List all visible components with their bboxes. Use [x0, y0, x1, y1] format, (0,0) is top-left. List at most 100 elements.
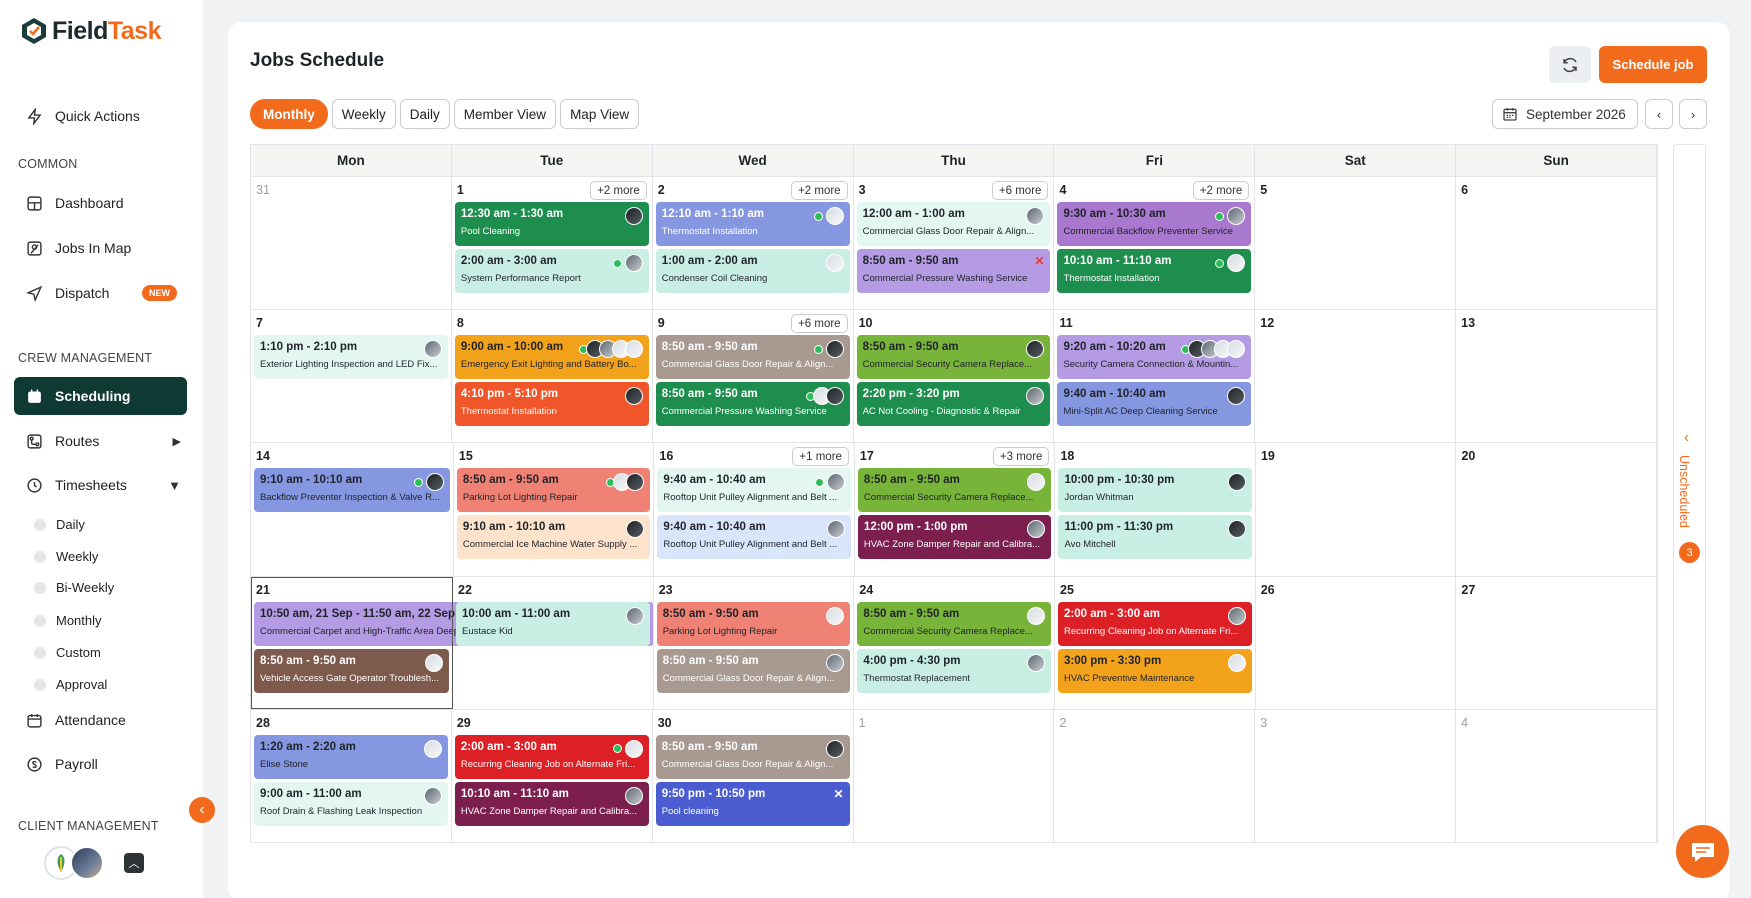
day-cell[interactable]: 1 +2 more 12:30 am - 1:30 am Pool Cleaning 2…	[452, 177, 653, 310]
timesheet-item-bi-weekly[interactable]: Bi-Weekly	[34, 580, 114, 595]
more-events-button[interactable]: +6 more	[991, 181, 1049, 200]
collapse-sidebar-button[interactable]: ‹	[189, 797, 215, 823]
sidebar-item-scheduling[interactable]: Scheduling	[14, 377, 187, 415]
event-card[interactable]: 10:00 am - 11:00 am Eustace Kid	[456, 601, 650, 646]
sidebar-item-jobs-in-map[interactable]: Jobs In Map	[14, 230, 187, 266]
day-cell[interactable]: 6	[1456, 177, 1658, 310]
unscheduled-panel[interactable]: ‹ Unscheduled 3	[1673, 144, 1706, 843]
event-card[interactable]: 2:00 am - 3:00 am Recurring Cleaning Job …	[1058, 601, 1252, 646]
day-cell[interactable]: 23 8:50 am - 9:50 am Parking Lot Lighting …	[654, 576, 855, 709]
user-profile[interactable]: ︿	[44, 846, 144, 880]
event-card[interactable]: 8:50 am - 9:50 am Commercial Glass Door R…	[655, 734, 850, 779]
day-cell[interactable]: 31	[251, 177, 452, 310]
day-cell[interactable]: 28 1:20 am - 2:20 am Elise Stone 9:00 am - …	[251, 709, 452, 842]
timesheet-item-weekly[interactable]: Weekly	[34, 549, 98, 564]
day-cell[interactable]: 12	[1255, 310, 1457, 443]
day-cell[interactable]: 10 8:50 am - 9:50 am Commercial Security C…	[854, 310, 1055, 443]
event-card[interactable]: 4:00 pm - 4:30 pm Thermostat Replacement	[857, 648, 1052, 693]
event-card[interactable]: 9:40 am - 10:40 am Rooftop Unit Pulley Al…	[657, 468, 851, 513]
day-cell[interactable]: 2	[1054, 709, 1256, 842]
day-cell[interactable]: 5	[1255, 177, 1457, 310]
day-cell[interactable]: 14 9:10 am - 10:10 am Backflow Preventer I…	[251, 443, 454, 576]
event-card[interactable]: 1:00 am - 2:00 am Condenser Coil Cleaning	[655, 249, 850, 293]
event-card[interactable]: 2:00 am - 3:00 am Recurring Cleaning Job …	[454, 734, 649, 779]
day-cell[interactable]: 16 +1 more 9:40 am - 10:40 am Rooftop Unit …	[654, 443, 855, 576]
event-card[interactable]: 2:20 pm - 3:20 pm AC Not Cooling - Diagno…	[856, 382, 1051, 427]
day-cell[interactable]: 21 8:50 am - 9:50 am Vehicle Access Gate O…	[251, 576, 454, 709]
event-card[interactable]: 9:00 am - 10:00 am Emergency Exit Lightin…	[454, 335, 649, 380]
event-card[interactable]: 9:20 am - 10:20 am Security Camera Connec…	[1057, 335, 1252, 380]
event-card[interactable]: 4:10 pm - 5:10 pm Thermostat Installation	[454, 382, 649, 427]
event-card[interactable]: 8:50 am - 9:50 am Commercial Glass Door R…	[655, 335, 850, 380]
day-cell[interactable]: 17 +3 more 8:50 am - 9:50 am Commercial Sec…	[855, 443, 1056, 576]
event-card[interactable]: 8:50 am - 9:50 am Commercial Pressure Was…	[856, 249, 1051, 293]
event-card[interactable]: 8:50 am - 9:50 am Commercial Security Cam…	[857, 468, 1052, 513]
day-cell[interactable]: 25 2:00 am - 3:00 am Recurring Cleaning Jo…	[1055, 576, 1256, 709]
timesheet-item-approval[interactable]: Approval	[34, 677, 107, 692]
event-card[interactable]: 9:40 am - 10:40 am Mini-Split AC Deep Cle…	[1057, 382, 1252, 427]
day-cell[interactable]: 19	[1256, 443, 1457, 576]
event-card[interactable]: 9:50 pm - 10:50 pm Pool cleaning ✕	[655, 781, 850, 826]
sidebar-item-attendance[interactable]: Attendance	[14, 702, 187, 738]
day-cell[interactable]: 24 8:50 am - 9:50 am Commercial Security C…	[854, 576, 1056, 709]
day-cell[interactable]: 13	[1456, 310, 1658, 443]
sidebar-item-dispatch[interactable]: Dispatch NEW	[14, 275, 187, 311]
event-card[interactable]: 9:00 am - 11:00 am Roof Drain & Flashing …	[254, 781, 448, 826]
tab-daily[interactable]: Daily	[399, 99, 450, 129]
event-card[interactable]: 12:10 am - 1:10 am Thermostat Installatio…	[655, 202, 850, 246]
timesheet-item-daily[interactable]: Daily	[34, 517, 85, 532]
chevron-left-icon[interactable]: ‹	[1684, 429, 1689, 446]
day-cell[interactable]: 3	[1255, 709, 1457, 842]
event-card[interactable]: 9:30 am - 10:30 am Commercial Backflow Pr…	[1057, 202, 1252, 246]
more-events-button[interactable]: +2 more	[1192, 181, 1250, 200]
day-cell[interactable]: 20	[1456, 443, 1657, 576]
event-card[interactable]: 8:50 am - 9:50 am Parking Lot Lighting Re…	[656, 601, 851, 646]
more-events-button[interactable]: +2 more	[791, 181, 848, 200]
event-card[interactable]: 8:50 am - 9:50 am Parking Lot Lighting Re…	[456, 468, 651, 513]
day-cell[interactable]: 3 +6 more 12:00 am - 1:00 am Commercial Gla…	[854, 177, 1055, 310]
next-month-button[interactable]: ›	[1679, 99, 1707, 129]
event-card[interactable]: 9:10 am - 10:10 am Backflow Preventer Ins…	[254, 468, 450, 513]
event-card[interactable]: 10:00 pm - 10:30 pm Jordan Whitman	[1058, 468, 1252, 513]
event-card[interactable]: 2:00 am - 3:00 am System Performance Repo…	[454, 249, 649, 293]
tab-weekly[interactable]: Weekly	[331, 99, 396, 129]
prev-month-button[interactable]: ‹	[1645, 99, 1673, 129]
more-events-button[interactable]: +2 more	[590, 181, 647, 200]
event-card[interactable]: 10:10 am - 11:10 am Thermostat Installati…	[1057, 249, 1252, 293]
month-picker[interactable]: September 2026	[1492, 99, 1638, 129]
sidebar-item-dashboard[interactable]: Dashboard	[14, 185, 187, 221]
app-logo[interactable]: FieldTask	[20, 16, 161, 46]
day-cell[interactable]: 1	[854, 709, 1055, 842]
chevron-up-icon[interactable]: ︿	[124, 853, 144, 873]
more-events-button[interactable]: +6 more	[791, 314, 848, 334]
day-cell[interactable]: 29 2:00 am - 3:00 am Recurring Cleaning Jo…	[452, 709, 653, 842]
day-cell[interactable]: 2 +2 more 12:10 am - 1:10 am Thermostat Ins…	[653, 177, 854, 310]
day-cell[interactable]: 4	[1456, 709, 1658, 842]
tab-member-view[interactable]: Member View	[453, 99, 557, 129]
event-card[interactable]: 12:00 am - 1:00 am Commercial Glass Door …	[856, 202, 1051, 246]
timesheet-item-monthly[interactable]: Monthly	[34, 613, 102, 628]
day-cell[interactable]: 11 9:20 am - 10:20 am Security Camera Conn…	[1054, 310, 1256, 443]
day-cell[interactable]: 15 8:50 am - 9:50 am Parking Lot Lighting …	[454, 443, 655, 576]
day-cell[interactable]: 8 9:00 am - 10:00 am Emergency Exit Lighti…	[452, 310, 653, 443]
event-card[interactable]: 12:30 am - 1:30 am Pool Cleaning	[454, 202, 649, 246]
chat-button[interactable]	[1676, 825, 1729, 878]
event-card[interactable]: 8:50 am - 9:50 am Commercial Security Cam…	[856, 335, 1051, 380]
event-card[interactable]: 8:50 am - 9:50 am Vehicle Access Gate Ope…	[254, 648, 450, 693]
event-card[interactable]: 8:50 am - 9:50 am Commercial Pressure Was…	[655, 382, 850, 427]
tab-monthly[interactable]: Monthly	[250, 99, 328, 129]
event-card[interactable]: 11:00 pm - 11:30 pm Avo Mitchell	[1058, 515, 1252, 560]
event-card[interactable]: 12:00 pm - 1:00 pm HVAC Zone Damper Repai…	[857, 515, 1052, 560]
event-card[interactable]: 8:50 am - 9:50 am Commercial Security Cam…	[857, 601, 1052, 646]
event-card[interactable]: 3:00 pm - 3:30 pm HVAC Preventive Mainten…	[1058, 648, 1252, 693]
event-card[interactable]: 1:20 am - 2:20 am Elise Stone	[254, 734, 448, 779]
more-events-button[interactable]: +1 more	[792, 447, 849, 467]
day-cell[interactable]: 18 10:00 pm - 10:30 pm Jordan Whitman 11:00…	[1055, 443, 1256, 576]
event-card[interactable]: 8:50 am - 9:50 am Commercial Glass Door R…	[656, 648, 851, 693]
day-cell[interactable]: 4 +2 more 9:30 am - 10:30 am Commercial Bac…	[1054, 177, 1256, 310]
day-cell[interactable]: 27	[1456, 576, 1658, 709]
schedule-job-button[interactable]: Schedule job	[1599, 46, 1707, 83]
refresh-button[interactable]	[1549, 46, 1591, 83]
day-cell[interactable]: 9 +6 more 8:50 am - 9:50 am Commercial Glas…	[653, 310, 854, 443]
event-card[interactable]: 9:10 am - 10:10 am Commercial Ice Machine…	[456, 515, 651, 560]
